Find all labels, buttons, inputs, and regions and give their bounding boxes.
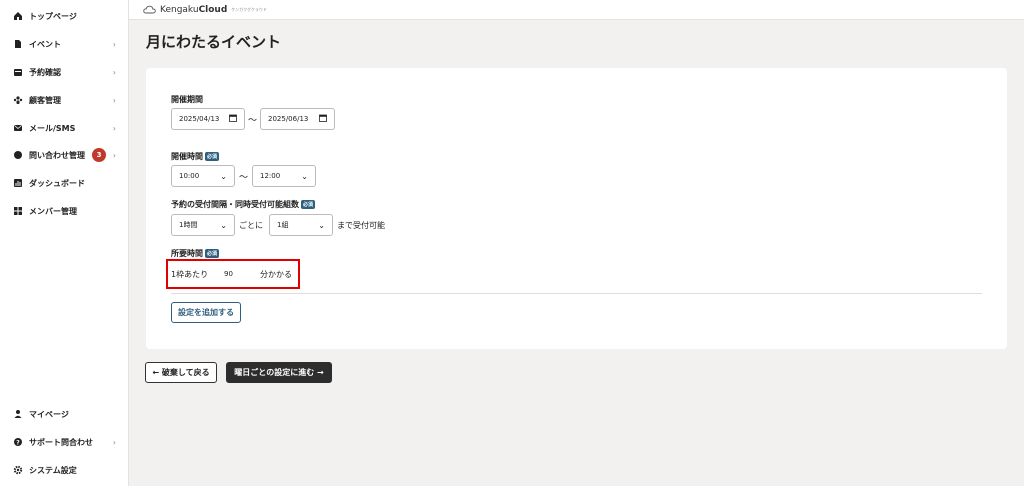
sidebar-item-top-page[interactable]: トップページ (0, 4, 129, 28)
sidebar-item-label: 予約確認 (29, 67, 61, 77)
groups-select[interactable]: 1組 ⌄ (269, 214, 333, 236)
document-icon (13, 39, 23, 49)
chevron-right-icon: › (112, 95, 116, 105)
time-separator: 〜 (239, 172, 249, 183)
sidebar-item-label: イベント (29, 39, 61, 49)
interval-label-text: 予約の受付間隔・同時受付可能組数 (171, 200, 299, 209)
interval-value: 1時間 (179, 221, 198, 229)
time-label: 開催時間 必須 (171, 151, 220, 162)
interval-select[interactable]: 1時間 ⌄ (171, 214, 235, 236)
start-date-input[interactable]: 2025/04/13 (171, 108, 245, 130)
chevron-down-icon: ⌄ (220, 220, 227, 230)
cloud-icon (143, 5, 156, 14)
people-icon (13, 95, 23, 105)
sidebar-item-dashboard[interactable]: ダッシュボード (0, 171, 129, 195)
sidebar-item-label: サポート問合わせ (29, 437, 93, 447)
page-title: 月にわたるイベント (146, 33, 282, 51)
chevron-down-icon: ⌄ (318, 220, 325, 230)
sidebar-item-mail-sms[interactable]: メール/SMS › (0, 116, 129, 140)
calendar-icon (13, 67, 23, 77)
sidebar-item-customers[interactable]: 顧客管理 › (0, 88, 129, 112)
chevron-right-icon: › (112, 39, 116, 49)
chevron-right-icon: › (112, 150, 116, 160)
sidebar: トップページ イベント › 予約確認 › 顧客管理 › メール/SMS › 問い… (0, 0, 129, 486)
interval-label: 予約の受付間隔・同時受付可能組数 必須 (171, 199, 316, 210)
sidebar-item-label: メンバー管理 (29, 206, 77, 216)
required-badge: 必須 (205, 152, 220, 161)
sidebar-item-members[interactable]: メンバー管理 (0, 199, 129, 223)
divider (171, 293, 982, 294)
start-time-value: 10:00 (179, 172, 200, 180)
sidebar-item-reservation[interactable]: 予約確認 › (0, 60, 129, 84)
next-weekday-settings-button[interactable]: 曜日ごとの設定に進む → (226, 362, 332, 383)
end-date-input[interactable]: 2025/06/13 (260, 108, 335, 130)
top-bar: Kengaku Cloud ケンガクグクラウド (129, 0, 1024, 20)
brand-name-light: Kengaku (160, 4, 199, 15)
chevron-right-icon: › (112, 123, 116, 133)
chevron-right-icon: › (112, 67, 116, 77)
chat-icon (13, 150, 23, 160)
groups-value: 1組 (277, 221, 289, 229)
gear-icon (13, 465, 23, 475)
duration-suffix: 分かかる (260, 269, 292, 279)
notification-badge: 3 (92, 148, 106, 162)
end-date-value: 2025/06/13 (268, 115, 309, 123)
end-time-select[interactable]: 12:00 ⌄ (252, 165, 316, 187)
start-time-select[interactable]: 10:00 ⌄ (171, 165, 235, 187)
sidebar-item-label: マイページ (29, 409, 69, 419)
duration-label-text: 所要時間 (171, 249, 203, 258)
duration-label: 所要時間 必須 (171, 248, 220, 259)
required-badge: 必須 (301, 200, 316, 209)
chevron-down-icon: ⌄ (301, 171, 308, 181)
period-label-text: 開催期間 (171, 95, 203, 104)
end-time-value: 12:00 (260, 172, 281, 180)
brand-logo[interactable]: Kengaku Cloud ケンガクグクラウド (143, 5, 267, 15)
time-label-text: 開催時間 (171, 152, 203, 161)
sidebar-item-label: トップページ (29, 11, 77, 21)
help-icon: ? (13, 437, 23, 447)
start-date-value: 2025/04/13 (179, 115, 220, 123)
period-separator: 〜 (248, 115, 258, 126)
discard-back-button[interactable]: ← 破棄して戻る (145, 362, 217, 383)
user-icon (13, 409, 23, 419)
duration-value: 90 (224, 270, 233, 278)
sidebar-item-label: ダッシュボード (29, 178, 85, 188)
chart-icon (13, 178, 23, 188)
sidebar-item-label: システム設定 (29, 465, 77, 475)
home-icon (13, 11, 23, 21)
sidebar-item-label: メール/SMS (29, 123, 76, 133)
calendar-icon[interactable] (319, 114, 327, 124)
add-setting-button[interactable]: 設定を追加する (171, 302, 241, 323)
period-label: 開催期間 (171, 94, 203, 105)
sidebar-item-event[interactable]: イベント › (0, 32, 129, 56)
svg-text:?: ? (16, 439, 20, 446)
duration-input[interactable]: 90 (213, 263, 255, 285)
sidebar-item-support[interactable]: ? サポート問合わせ › (0, 430, 129, 454)
mail-icon (13, 123, 23, 133)
chevron-down-icon: ⌄ (220, 171, 227, 181)
calendar-icon[interactable] (229, 114, 237, 124)
interval-mid-text: ごとに (239, 220, 263, 230)
duration-prefix: 1枠あたり (171, 269, 209, 279)
sidebar-item-label: 問い合わせ管理 (29, 150, 85, 160)
sidebar-item-inquiries[interactable]: 問い合わせ管理 3 › (0, 143, 129, 167)
required-badge: 必須 (205, 249, 220, 258)
sidebar-item-label: 顧客管理 (29, 95, 61, 105)
brand-name-bold: Cloud (198, 4, 228, 15)
chevron-right-icon: › (112, 437, 116, 447)
grid-icon (13, 206, 23, 216)
sidebar-item-my-page[interactable]: マイページ (0, 402, 129, 426)
interval-end-text: まで受付可能 (337, 220, 385, 230)
brand-tagline: ケンガクグクラウド (231, 6, 267, 12)
sidebar-item-system-settings[interactable]: システム設定 (0, 458, 129, 482)
